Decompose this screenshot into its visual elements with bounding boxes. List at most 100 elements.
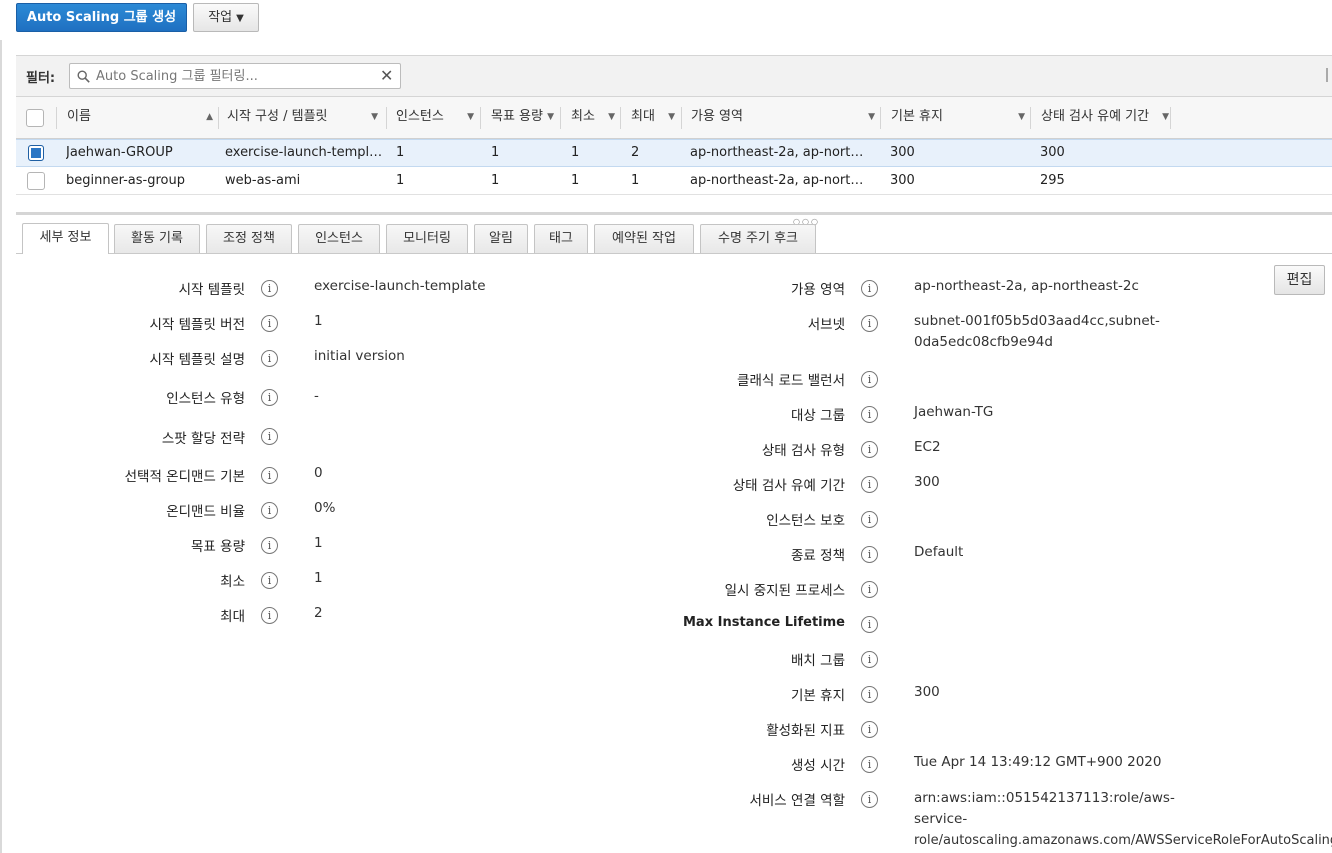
detail-value-template-version: 1 <box>314 313 323 329</box>
detail-value-on-demand-base: 0 <box>314 465 323 481</box>
sort-icon: ▼ <box>868 112 875 122</box>
column-header-instances[interactable]: 인스턴스 ▼ <box>388 97 480 139</box>
tab-monitoring[interactable]: 모니터링 <box>386 224 468 253</box>
detail-value-service-linked-role-line1: arn:aws:iam::051542137113:role/aws- <box>914 790 1175 806</box>
sort-icon: ▼ <box>608 112 615 122</box>
info-icon[interactable]: i <box>861 476 878 493</box>
cell-az: ap-northeast-2a, ap-northeast-2c <box>690 145 868 160</box>
detail-value-service-linked-role-line2: service- <box>914 811 968 827</box>
row-checkbox[interactable] <box>28 145 44 161</box>
sort-ascending-icon: ▲ <box>206 112 213 122</box>
column-header-min[interactable]: 최소 ▼ <box>563 97 621 139</box>
detail-value-launch-template: exercise-launch-template <box>314 278 486 294</box>
info-icon[interactable]: i <box>261 315 278 332</box>
cell-grace: 300 <box>1040 145 1065 160</box>
detail-value-instance-type: - <box>314 388 319 404</box>
detail-label-template-description: 시작 템플릿 설명 <box>149 352 245 368</box>
cell-name: beginner-as-group <box>66 173 185 188</box>
info-icon[interactable]: i <box>261 572 278 589</box>
sort-icon: ▼ <box>668 112 675 122</box>
info-icon[interactable]: i <box>861 280 878 297</box>
sort-icon: ▼ <box>371 112 378 122</box>
info-icon[interactable]: i <box>861 406 878 423</box>
filter-input[interactable] <box>94 67 374 85</box>
detail-label-health-check-type: 상태 검사 유형 <box>761 443 845 459</box>
sort-icon: ▼ <box>467 112 474 122</box>
info-icon[interactable]: i <box>261 350 278 367</box>
info-icon[interactable]: i <box>261 537 278 554</box>
info-icon[interactable]: i <box>861 791 878 808</box>
cell-desired: 1 <box>491 173 500 188</box>
pane-splitter[interactable] <box>16 212 1332 215</box>
detail-label-spot-allocation: 스팟 할당 전략 <box>161 431 245 447</box>
column-header-max[interactable]: 최대 ▼ <box>623 97 681 139</box>
detail-label-target-groups: 대상 그룹 <box>791 408 845 424</box>
info-icon[interactable]: i <box>261 280 278 297</box>
info-icon[interactable]: i <box>861 651 878 668</box>
sort-icon: ▼ <box>1018 112 1025 122</box>
info-icon[interactable]: i <box>861 721 878 738</box>
sort-icon: ▼ <box>547 112 554 122</box>
detail-label-classic-load-balancer: 클래식 로드 밸런서 <box>737 373 845 389</box>
detail-label-max: 최대 <box>220 609 245 625</box>
row-checkbox[interactable] <box>27 172 45 190</box>
tab-details[interactable]: 세부 정보 <box>22 223 109 254</box>
detail-label-enabled-metrics: 활성화된 지표 <box>766 723 845 739</box>
cell-template: exercise-launch-template <box>225 145 385 160</box>
create-auto-scaling-group-button[interactable]: Auto Scaling 그룹 생성 <box>16 3 187 32</box>
detail-label-max-instance-lifetime: Max Instance Lifetime <box>683 615 845 630</box>
actions-dropdown-button[interactable]: 작업 ▼ <box>193 3 259 32</box>
info-icon[interactable]: i <box>261 502 278 519</box>
tab-notifications[interactable]: 알림 <box>474 224 528 253</box>
column-header-name[interactable]: 이름 ▲ <box>59 97 219 139</box>
info-icon[interactable]: i <box>861 371 878 388</box>
detail-label-subnets: 서브넷 <box>807 317 845 333</box>
cell-min: 1 <box>571 173 580 188</box>
info-icon[interactable]: i <box>861 511 878 528</box>
detail-value-subnets-line1: subnet-001f05b5d03aad4cc,subnet- <box>914 313 1160 329</box>
tab-tags[interactable]: 태그 <box>534 224 588 253</box>
detail-value-creation-time: Tue Apr 14 13:49:12 GMT+900 2020 <box>914 754 1162 770</box>
column-header-grace-period[interactable]: 상태 검사 유예 기간 ▼ <box>1033 97 1171 139</box>
info-icon[interactable]: i <box>261 389 278 406</box>
info-icon[interactable]: i <box>861 315 878 332</box>
clear-filter-icon[interactable]: ✕ <box>380 68 396 84</box>
info-icon[interactable]: i <box>861 686 878 703</box>
tab-scaling-policies[interactable]: 조정 정책 <box>206 224 292 253</box>
detail-label-default-cooldown: 기본 휴지 <box>791 688 845 704</box>
info-icon[interactable]: i <box>861 441 878 458</box>
info-icon[interactable]: i <box>261 467 278 484</box>
info-icon[interactable]: i <box>861 756 878 773</box>
detail-label-desired-capacity: 목표 용량 <box>191 539 245 555</box>
detail-label-on-demand-percentage: 온디맨드 비율 <box>166 504 245 520</box>
edit-button[interactable]: 편집 <box>1274 265 1325 295</box>
column-header-az[interactable]: 가용 영역 ▼ <box>683 97 881 139</box>
info-icon[interactable]: i <box>861 546 878 563</box>
column-header-launch-config[interactable]: 시작 구성 / 템플릿 ▼ <box>219 97 384 139</box>
detail-value-min: 1 <box>314 570 323 586</box>
info-icon[interactable]: i <box>861 616 878 633</box>
tab-instances[interactable]: 인스턴스 <box>298 224 380 253</box>
chevron-down-icon: ▼ <box>236 13 244 24</box>
detail-value-target-groups: Jaehwan-TG <box>914 404 994 420</box>
column-separator <box>386 107 387 129</box>
detail-value-health-check-type: EC2 <box>914 439 941 455</box>
cell-az: ap-northeast-2a, ap-northeast-2c <box>690 173 868 188</box>
column-header-cooldown[interactable]: 기본 휴지 ▼ <box>883 97 1031 139</box>
cell-instances: 1 <box>396 145 405 160</box>
detail-value-subnets-line2: 0da5edc08cfb9e94d <box>914 334 1053 350</box>
sort-icon: ▼ <box>1162 112 1169 122</box>
detail-label-launch-template: 시작 템플릿 <box>178 282 245 298</box>
tab-lifecycle-hooks[interactable]: 수명 주기 후크 <box>700 224 816 253</box>
tab-activity-history[interactable]: 활동 기록 <box>114 224 200 253</box>
select-all-checkbox[interactable] <box>26 109 44 127</box>
left-border <box>0 40 2 853</box>
tab-scheduled-actions[interactable]: 예약된 작업 <box>594 224 694 253</box>
info-icon[interactable]: i <box>861 581 878 598</box>
column-header-desired[interactable]: 목표 용량 ▼ <box>483 97 560 139</box>
info-icon[interactable]: i <box>261 428 278 445</box>
column-separator <box>620 107 621 129</box>
info-icon[interactable]: i <box>261 607 278 624</box>
cell-instances: 1 <box>396 173 405 188</box>
filter-label: 필터: <box>26 71 56 86</box>
